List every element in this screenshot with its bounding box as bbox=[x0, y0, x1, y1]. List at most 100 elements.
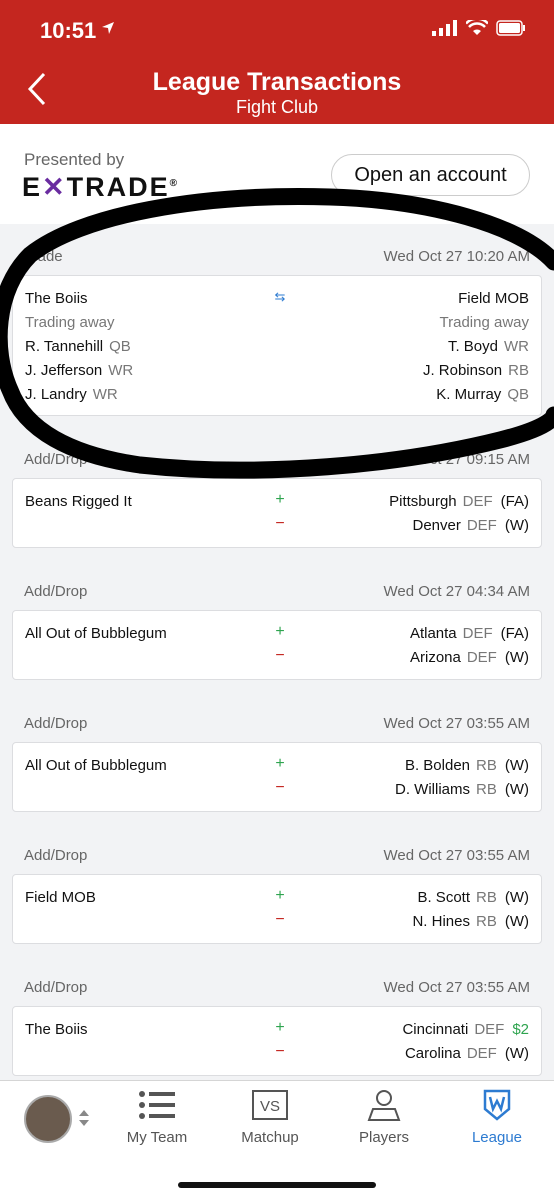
player-position: RB bbox=[476, 912, 497, 930]
tab-players[interactable]: Players bbox=[329, 1089, 439, 1146]
dropped-player[interactable]: Arizona bbox=[410, 649, 461, 666]
player-position: DEF bbox=[466, 1044, 497, 1062]
added-player[interactable]: Atlanta bbox=[410, 625, 457, 642]
sponsor-banner: Presented by E✕TRADE® Open an account bbox=[0, 124, 554, 224]
logo-reg: ® bbox=[169, 178, 180, 189]
player-position: QB bbox=[109, 337, 131, 355]
league-name: Fight Club bbox=[235, 97, 319, 117]
tab-my-team[interactable]: My Team bbox=[102, 1089, 212, 1146]
home-indicator bbox=[178, 1182, 376, 1188]
added-player[interactable]: Pittsburgh bbox=[389, 493, 457, 510]
team-name: The Boiis bbox=[25, 1020, 88, 1038]
transaction-header: Add/Drop Wed Oct 27 04:34 AM bbox=[24, 583, 530, 607]
player-name[interactable]: J. Jefferson bbox=[25, 362, 102, 379]
person-icon bbox=[367, 1090, 401, 1121]
tab-matchup[interactable]: VS Matchup bbox=[215, 1089, 325, 1146]
player-name[interactable]: J. Landry bbox=[25, 386, 87, 403]
tab-label: Matchup bbox=[241, 1129, 299, 1146]
drop-status: (W) bbox=[504, 1044, 529, 1062]
transaction-type: Add/Drop bbox=[24, 847, 88, 864]
added-player[interactable]: B. Scott bbox=[417, 889, 470, 906]
team-name: Field MOB bbox=[25, 888, 96, 906]
faab-bid: $2 bbox=[512, 1020, 529, 1038]
add-icon: + bbox=[275, 623, 285, 640]
etrade-logo: E✕TRADE® bbox=[22, 172, 179, 203]
transaction-type: Add/Drop bbox=[24, 715, 88, 732]
dropped-player[interactable]: D. Williams bbox=[395, 781, 470, 798]
transaction-type: Add/Drop bbox=[24, 979, 88, 996]
player-name[interactable]: J. Robinson bbox=[423, 362, 502, 379]
status-icons bbox=[432, 20, 526, 36]
transaction-time: Wed Oct 27 09:15 AM bbox=[383, 451, 530, 468]
dropped-player[interactable]: Denver bbox=[412, 517, 460, 534]
acquisition-status: (W) bbox=[504, 756, 529, 774]
team-name: All Out of Bubblegum bbox=[25, 756, 167, 774]
page-title: League Transactions bbox=[152, 68, 402, 96]
tab-label: Players bbox=[358, 1129, 410, 1146]
adddrop-card[interactable]: All Out of Bubblegum Atlanta DEF (FA) + Ari… bbox=[12, 610, 542, 680]
trading-away-label: Trading away bbox=[25, 313, 115, 331]
transaction-time: Wed Oct 27 04:34 AM bbox=[383, 583, 530, 600]
team-switcher-icon[interactable] bbox=[78, 1109, 90, 1127]
player-name[interactable]: R. Tannehill bbox=[25, 338, 103, 355]
player-position: RB bbox=[476, 780, 497, 798]
open-account-button[interactable]: Open an account bbox=[331, 154, 530, 196]
logo-part: TRADE bbox=[66, 172, 170, 202]
drop-icon: − bbox=[275, 515, 285, 532]
drop-status: (W) bbox=[504, 912, 529, 930]
transaction-time: Wed Oct 27 03:55 AM bbox=[383, 979, 530, 996]
transaction-type: Add/Drop bbox=[24, 451, 88, 468]
user-avatar[interactable] bbox=[24, 1095, 72, 1143]
player-name[interactable]: K. Murray bbox=[436, 386, 501, 403]
add-icon: + bbox=[275, 887, 285, 904]
list-icon bbox=[139, 1091, 175, 1119]
trading-away-label: Trading away bbox=[439, 313, 530, 331]
player-position: QB bbox=[507, 385, 529, 403]
adddrop-card[interactable]: Field MOB B. Scott RB (W) + N. Hines RB (W) − bbox=[12, 874, 542, 944]
transaction-header: Add/Drop Wed Oct 27 03:55 AM bbox=[24, 715, 530, 739]
added-player[interactable]: B. Bolden bbox=[405, 757, 470, 774]
add-icon: + bbox=[275, 755, 285, 772]
player-position: DEF bbox=[466, 516, 497, 534]
acquisition-status: (FA) bbox=[500, 492, 529, 510]
svg-text:VS: VS bbox=[260, 1098, 280, 1115]
added-player[interactable]: Cincinnati bbox=[402, 1021, 468, 1038]
transaction-header: Add/Drop Wed Oct 27 03:55 AM bbox=[24, 847, 530, 871]
tab-label: My Team bbox=[126, 1129, 188, 1146]
presented-by-label: Presented by bbox=[24, 150, 125, 169]
battery-icon bbox=[496, 20, 525, 36]
transaction-time: Wed Oct 27 10:20 AM bbox=[383, 248, 530, 265]
left-team-name: The Boiis bbox=[25, 289, 88, 307]
shield-icon bbox=[483, 1089, 511, 1121]
player-position: WR bbox=[504, 337, 529, 355]
adddrop-card[interactable]: Beans Rigged It Pittsburgh DEF (FA) + Denve… bbox=[12, 478, 542, 548]
transaction-time: Wed Oct 27 03:55 AM bbox=[383, 715, 530, 732]
transaction-header: Trade Wed Oct 27 10:20 AM bbox=[24, 248, 530, 272]
dropped-player[interactable]: Carolina bbox=[405, 1045, 461, 1062]
dropped-player[interactable]: N. Hines bbox=[412, 913, 470, 930]
logo-x: ✕ bbox=[42, 172, 67, 202]
transaction-type: Trade bbox=[24, 248, 63, 265]
player-position: WR bbox=[92, 385, 118, 403]
location-arrow-icon bbox=[102, 22, 114, 34]
adddrop-card[interactable]: The Boiis Cincinnati DEF $2 + Carolina DEF (W… bbox=[12, 1006, 542, 1076]
signal-icon bbox=[432, 20, 457, 36]
app-header: 10:51 League Transactions Fight Club bbox=[0, 0, 554, 124]
player-position: DEF bbox=[462, 624, 493, 642]
player-position: WR bbox=[108, 361, 134, 379]
acquisition-status: (W) bbox=[504, 888, 529, 906]
trade-card[interactable]: The Boiis Field MOB ⇆ Trading away Trading… bbox=[12, 275, 542, 416]
tab-league[interactable]: League bbox=[442, 1089, 552, 1146]
player-position: RB bbox=[508, 361, 529, 379]
add-icon: + bbox=[275, 1019, 285, 1036]
player-position: DEF bbox=[466, 648, 497, 666]
logo-part: E bbox=[22, 172, 43, 202]
transaction-type: Add/Drop bbox=[24, 583, 88, 600]
adddrop-card[interactable]: All Out of Bubblegum B. Bolden RB (W) + D. … bbox=[12, 742, 542, 812]
tab-label: League bbox=[471, 1129, 523, 1146]
player-position: DEF bbox=[474, 1020, 505, 1038]
add-icon: + bbox=[275, 491, 285, 508]
drop-icon: − bbox=[275, 1043, 285, 1060]
player-name[interactable]: T. Boyd bbox=[448, 338, 498, 355]
status-time: 10:51 bbox=[40, 18, 97, 43]
